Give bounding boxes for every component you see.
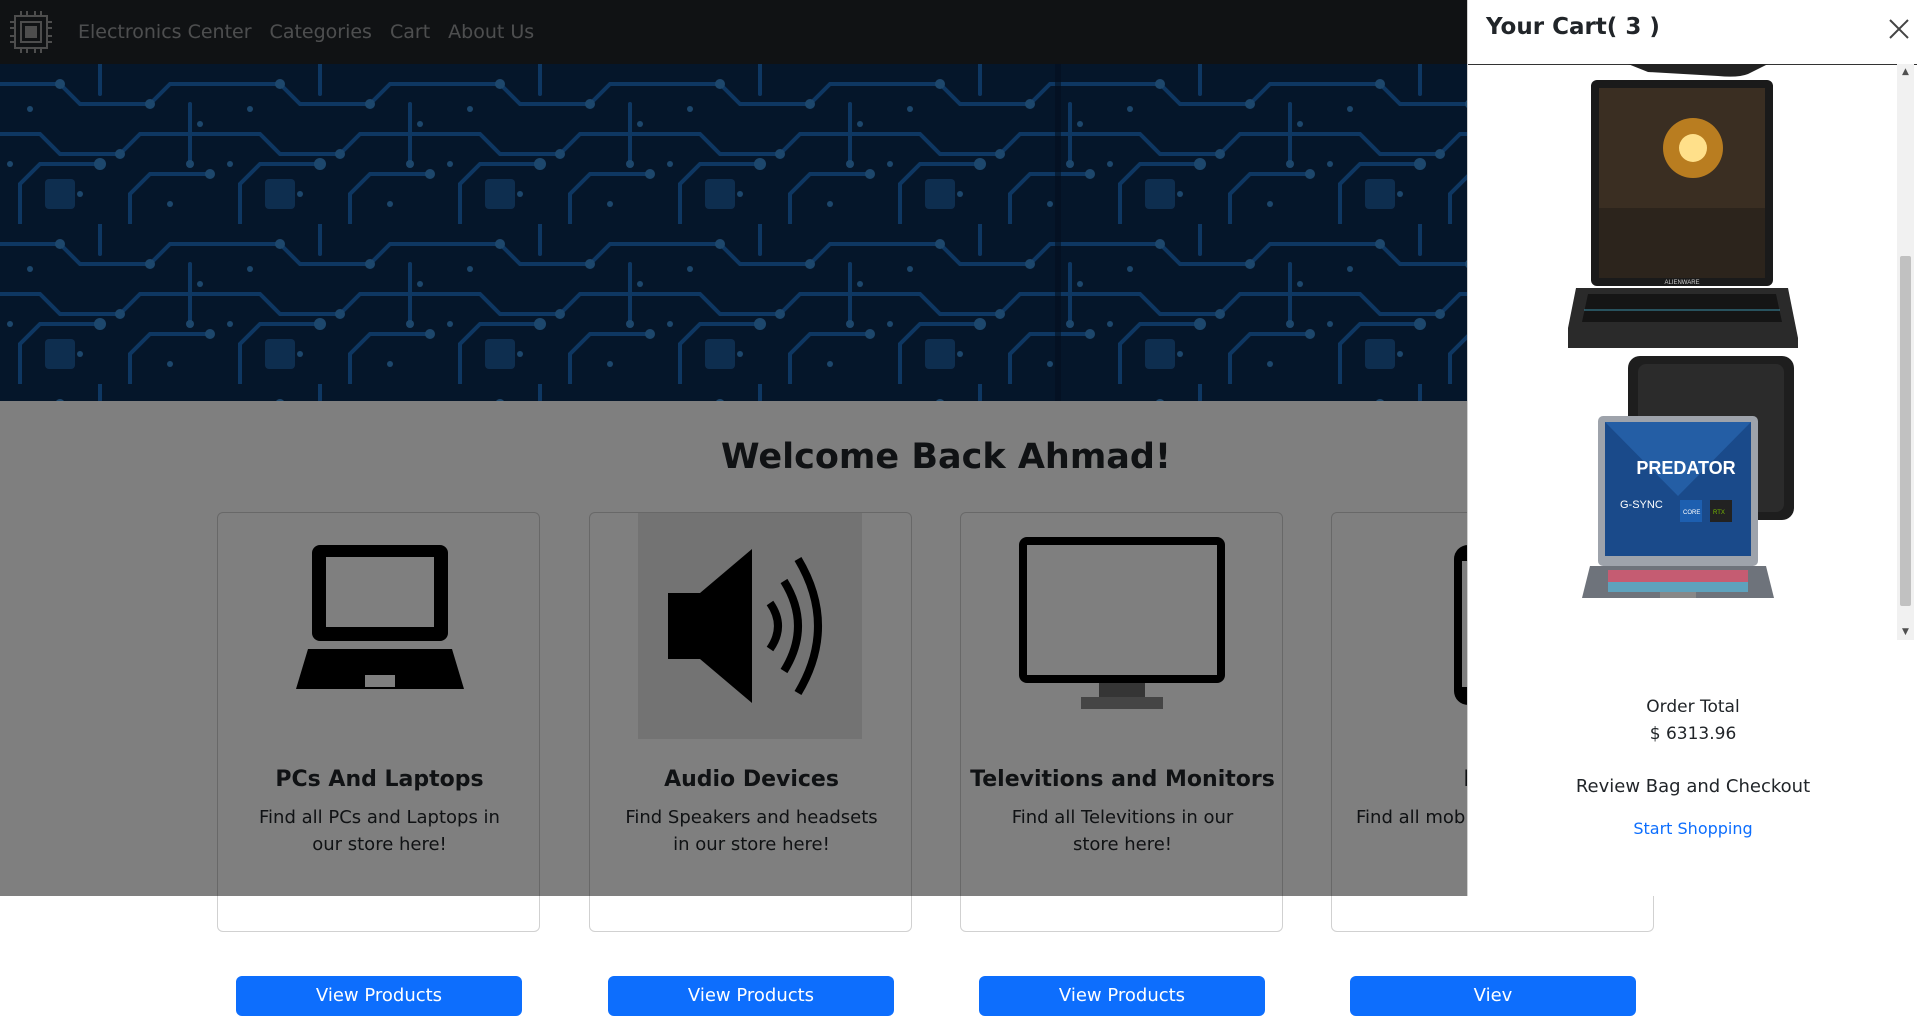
scroll-thumb[interactable] — [1900, 256, 1911, 606]
core-badge: CORE — [1683, 510, 1700, 516]
alienware-brand-text: ALIENWARE — [1664, 280, 1699, 286]
scroll-up-arrow-icon[interactable]: ▲ — [1897, 64, 1914, 80]
cart-items-list[interactable]: ALIENWARE PREDATOR G-SYNC CORE RTX — [1468, 64, 1917, 640]
cart-scrollbar[interactable]: ▲ ▼ — [1897, 64, 1914, 640]
view-products-button[interactable]: View Products — [236, 976, 522, 1016]
cart-item-predator: PREDATOR G-SYNC CORE RTX — [1582, 356, 1794, 598]
cart-item-alienware: ALIENWARE — [1568, 80, 1798, 348]
start-shopping-link[interactable]: Start Shopping — [1468, 819, 1917, 838]
order-total-value: $ 6313.96 — [1649, 724, 1737, 744]
predator-brand-text: PREDATOR — [1636, 458, 1735, 478]
rtx-badge: RTX — [1713, 510, 1725, 516]
view-products-button[interactable]: View Products — [979, 976, 1265, 1016]
close-icon[interactable] — [1888, 18, 1910, 40]
scroll-down-arrow-icon[interactable]: ▼ — [1897, 624, 1914, 640]
cart-item-image — [1628, 64, 1768, 77]
cart-header: Your Cart( 3 ) — [1468, 0, 1917, 65]
view-products-button[interactable]: Viev — [1350, 976, 1636, 1016]
gsync-badge: G-SYNC — [1620, 499, 1663, 511]
order-total-label: Order Total — [1646, 697, 1740, 717]
review-bag-checkout-link[interactable]: Review Bag and Checkout — [1468, 776, 1917, 797]
view-products-button[interactable]: View Products — [608, 976, 894, 1016]
cart-title: Your Cart( 3 ) — [1486, 14, 1660, 40]
cart-offcanvas: Your Cart( 3 ) ALIENWARE PREDATOR G-SYNC… — [1467, 0, 1917, 896]
